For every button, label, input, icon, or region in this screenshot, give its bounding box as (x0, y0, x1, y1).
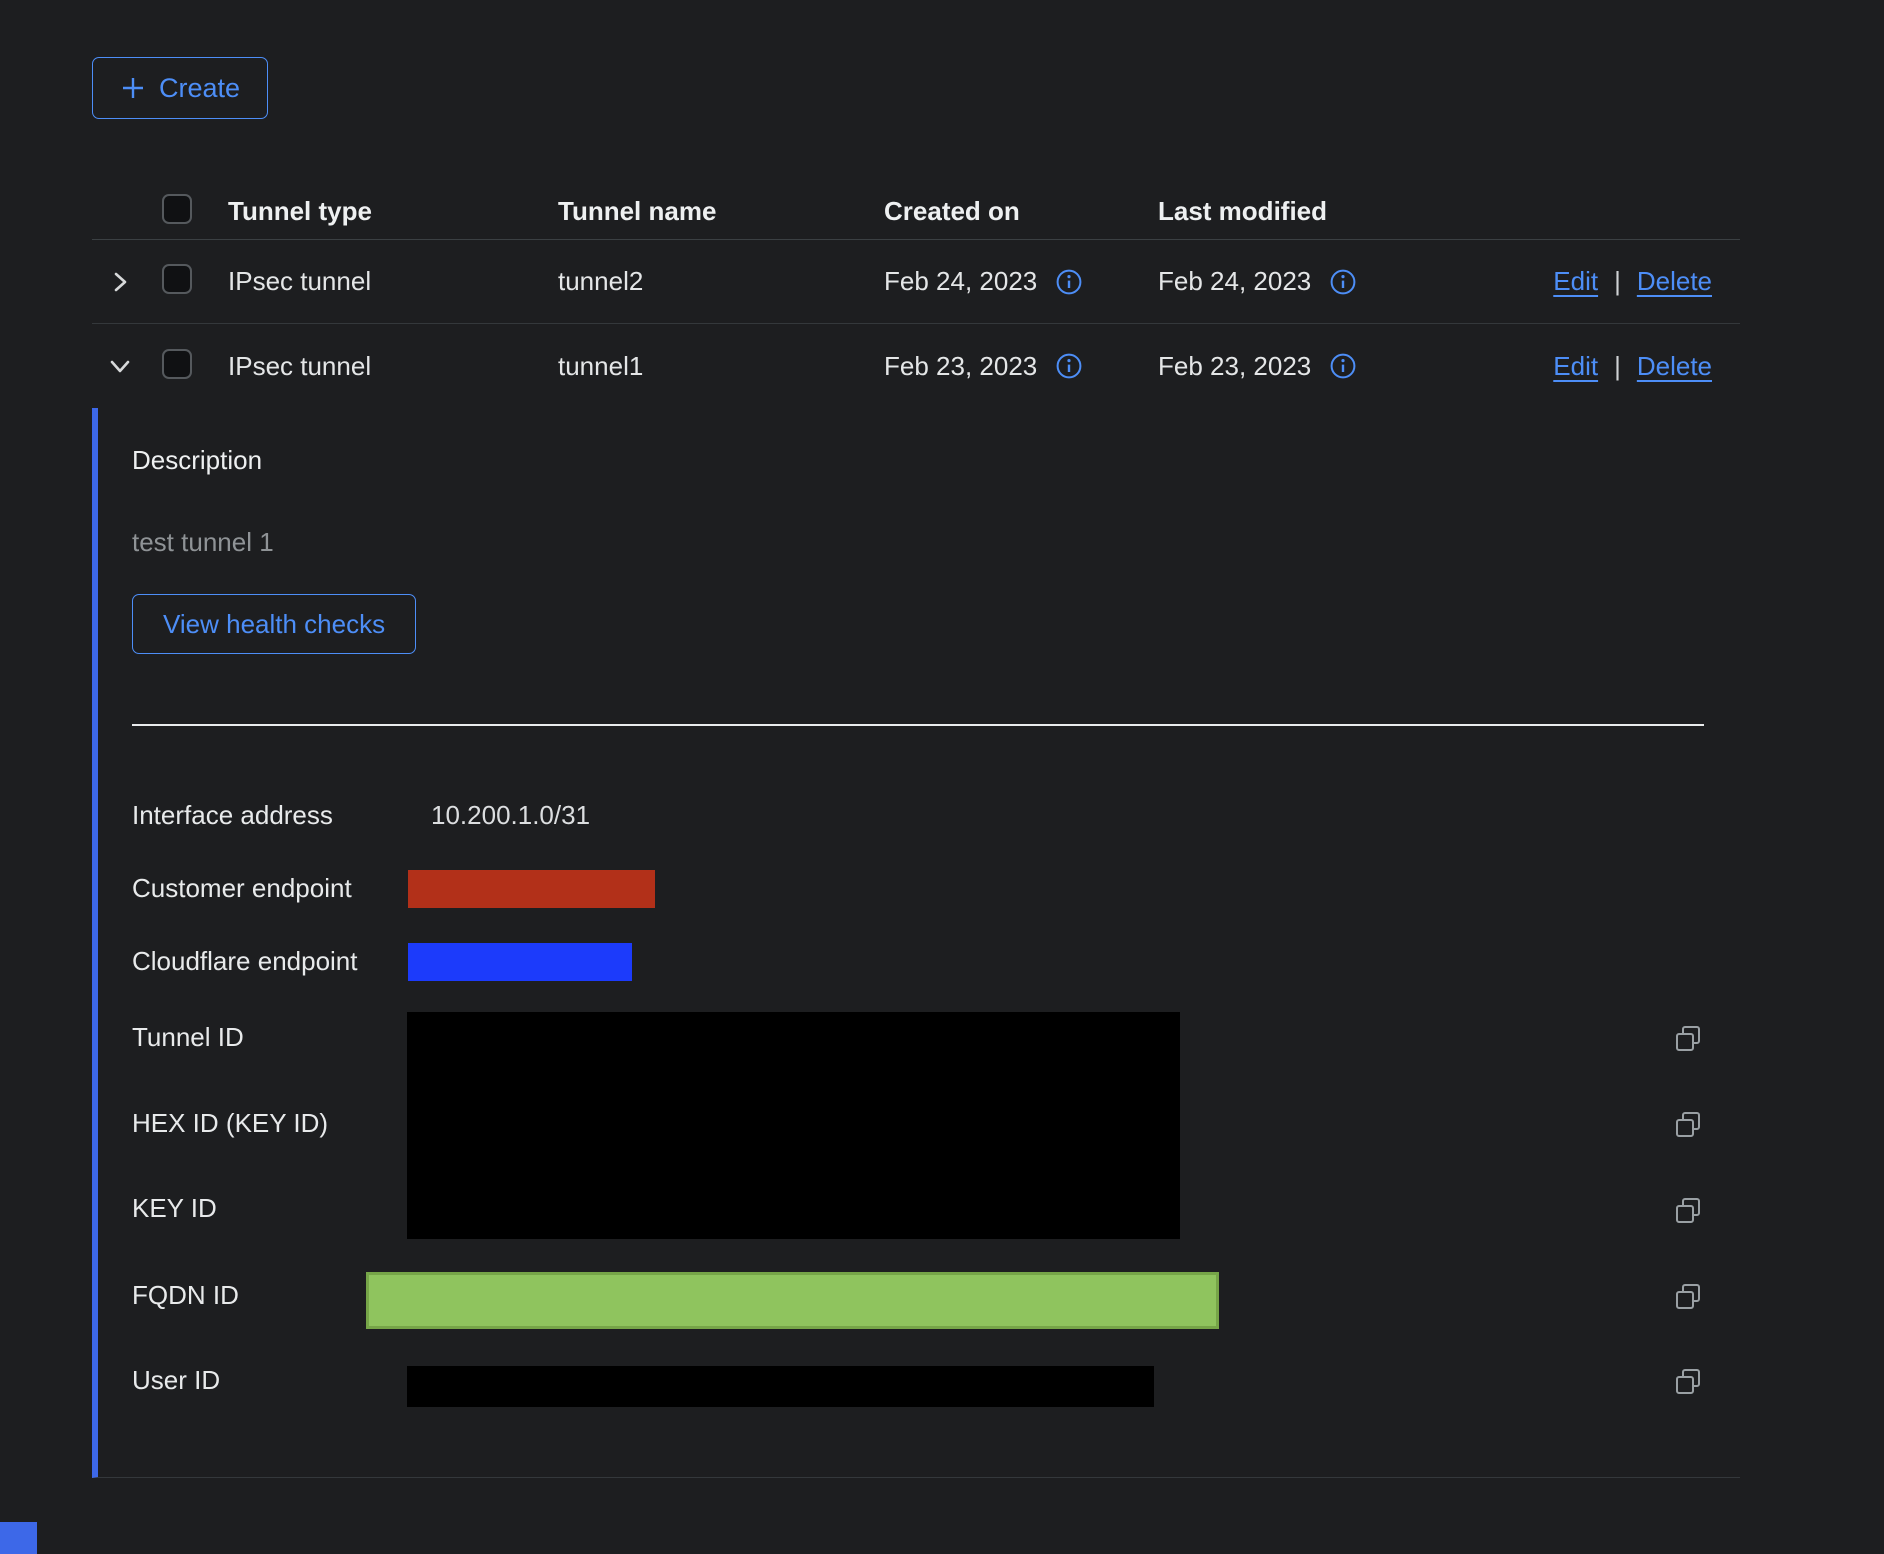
last-modified-info-button[interactable] (1329, 268, 1357, 296)
tunnels-table: Tunnel type Tunnel name Created on Last … (92, 183, 1740, 1478)
bottom-scroll-indicator (0, 1522, 37, 1554)
copy-icon (1671, 1280, 1705, 1314)
col-header-tunnel-name: Tunnel name (558, 196, 884, 227)
user-id-label: User ID (132, 1365, 220, 1396)
fqdn-id-label: FQDN ID (132, 1280, 239, 1311)
tunnel-type-cell: IPsec tunnel (228, 266, 558, 297)
last-modified-value: Feb 23, 2023 (1158, 351, 1311, 382)
copy-fqdn-id-button[interactable] (1670, 1279, 1706, 1315)
actions-separator: | (1614, 266, 1621, 297)
copy-user-id-button[interactable] (1670, 1364, 1706, 1400)
info-icon (1055, 268, 1083, 296)
created-on-cell: Feb 23, 2023 (884, 351, 1158, 382)
col-header-last-modified: Last modified (1158, 196, 1538, 227)
created-on-cell: Feb 24, 2023 (884, 266, 1158, 297)
row-checkbox[interactable] (162, 264, 192, 294)
tunnel-name-cell: tunnel1 (558, 351, 884, 382)
hex-id-label: HEX ID (KEY ID) (132, 1108, 328, 1139)
created-on-value: Feb 23, 2023 (884, 351, 1037, 382)
row-expander-button[interactable] (100, 262, 140, 302)
info-icon (1329, 352, 1357, 380)
cloudflare-endpoint-label: Cloudflare endpoint (132, 946, 358, 977)
interface-address-label: Interface address (132, 800, 333, 831)
page-content: Create Tunnel type Tunnel name Created o… (92, 57, 1740, 1478)
tunnel-id-label: Tunnel ID (132, 1022, 244, 1053)
key-id-label: KEY ID (132, 1193, 217, 1224)
customer-endpoint-redacted-value (408, 870, 655, 908)
actions-separator: | (1614, 351, 1621, 382)
chevron-down-icon (105, 351, 135, 381)
row-actions: Edit | Delete (1538, 266, 1740, 297)
tunnel-name-cell: tunnel2 (558, 266, 884, 297)
table-header-row: Tunnel type Tunnel name Created on Last … (92, 183, 1740, 240)
delete-link[interactable]: Delete (1637, 351, 1712, 382)
tunnel-type-cell: IPsec tunnel (228, 351, 558, 382)
copy-key-id-button[interactable] (1670, 1193, 1706, 1229)
fqdn-id-redacted-value (366, 1272, 1219, 1329)
created-on-info-button[interactable] (1055, 352, 1083, 380)
interface-address-value: 10.200.1.0/31 (431, 800, 590, 831)
table-row: IPsec tunnel tunnel2 Feb 24, 2023 Feb 24… (92, 240, 1740, 324)
last-modified-cell: Feb 24, 2023 (1158, 266, 1538, 297)
copy-icon (1671, 1194, 1705, 1228)
last-modified-value: Feb 24, 2023 (1158, 266, 1311, 297)
row-actions: Edit | Delete (1538, 351, 1740, 382)
copy-icon (1671, 1108, 1705, 1142)
table-row: IPsec tunnel tunnel1 Feb 23, 2023 Feb 23… (92, 324, 1740, 408)
copy-icon (1671, 1022, 1705, 1056)
ids-redacted-value (407, 1012, 1180, 1239)
customer-endpoint-label: Customer endpoint (132, 873, 352, 904)
user-id-redacted-value (407, 1366, 1154, 1407)
create-button-label: Create (159, 73, 240, 104)
chevron-right-icon (105, 267, 135, 297)
info-icon (1055, 352, 1083, 380)
last-modified-info-button[interactable] (1329, 352, 1357, 380)
created-on-value: Feb 24, 2023 (884, 266, 1037, 297)
create-button[interactable]: Create (92, 57, 268, 119)
select-all-checkbox[interactable] (162, 194, 192, 224)
tunnels-page: Create Tunnel type Tunnel name Created o… (0, 0, 1884, 1554)
row-expander-button[interactable] (100, 346, 140, 386)
tunnel-details-panel: Description test tunnel 1 View health ch… (92, 408, 1740, 1478)
created-on-info-button[interactable] (1055, 268, 1083, 296)
info-icon (1329, 268, 1357, 296)
row-checkbox[interactable] (162, 349, 192, 379)
details-divider (132, 724, 1704, 726)
last-modified-cell: Feb 23, 2023 (1158, 351, 1538, 382)
view-health-checks-button[interactable]: View health checks (132, 594, 416, 654)
cloudflare-endpoint-redacted-value (408, 943, 632, 981)
delete-link[interactable]: Delete (1637, 266, 1712, 297)
col-header-tunnel-type: Tunnel type (228, 196, 558, 227)
edit-link[interactable]: Edit (1553, 351, 1598, 382)
copy-hex-id-button[interactable] (1670, 1107, 1706, 1143)
edit-link[interactable]: Edit (1553, 266, 1598, 297)
description-label: Description (132, 445, 262, 476)
plus-icon (120, 75, 146, 101)
copy-icon (1671, 1365, 1705, 1399)
copy-tunnel-id-button[interactable] (1670, 1021, 1706, 1057)
col-header-created-on: Created on (884, 196, 1158, 227)
description-value: test tunnel 1 (132, 527, 274, 558)
